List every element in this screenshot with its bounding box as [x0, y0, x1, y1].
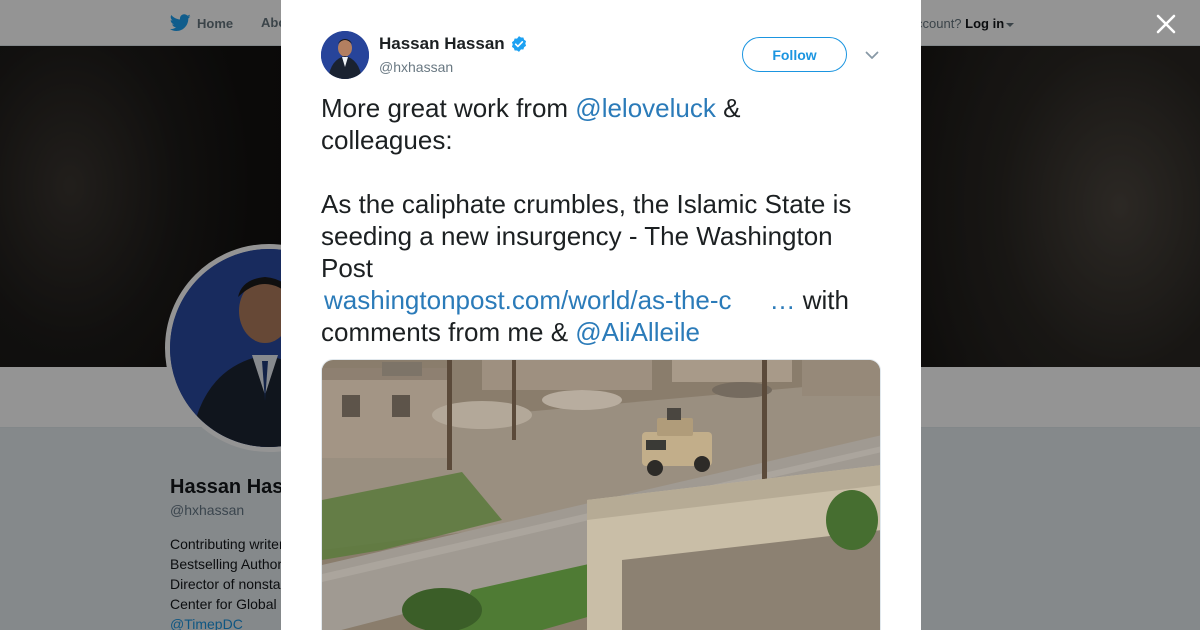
- mention-link[interactable]: @AliAlleile: [575, 317, 700, 347]
- tweet-text-segment: &: [715, 93, 741, 123]
- verified-badge-icon: [511, 36, 526, 52]
- tweet-text-segment: More great work from: [321, 93, 576, 123]
- more-options-button[interactable]: [863, 46, 881, 64]
- chevron-down-icon: [865, 51, 879, 59]
- tweet-author-name[interactable]: Hassan Hassan: [379, 34, 528, 54]
- tweet-photo[interactable]: [321, 359, 881, 630]
- follow-button[interactable]: Follow: [742, 37, 847, 72]
- tweet-text-segment: with: [795, 285, 849, 315]
- tweet-author-handle[interactable]: @hxhassan: [379, 59, 453, 75]
- close-button[interactable]: [1152, 10, 1180, 38]
- person-portrait-icon: [321, 31, 369, 79]
- author-name-text: Hassan Hassan: [379, 34, 505, 53]
- tweet-text-segment: comments from me &: [321, 317, 576, 347]
- tweet-modal: Hassan Hassan @hxhassan Follow More grea…: [281, 0, 921, 630]
- mention-link[interactable]: @leloveluck: [575, 93, 716, 123]
- armored-vehicle-street-photo-icon: [322, 360, 880, 630]
- tweet-text: More great work from @leloveluck & colle…: [321, 92, 886, 348]
- tweet-text-segment: colleagues:: [321, 125, 453, 155]
- url-ellipsis[interactable]: …: [770, 285, 796, 315]
- close-icon: [1156, 14, 1176, 34]
- tweet-text-segment: As the caliphate crumbles, the Islamic S…: [321, 189, 852, 283]
- tweet-author-avatar[interactable]: [321, 31, 369, 79]
- article-url-link[interactable]: washingtonpost.com/world/as-the-c: [324, 285, 732, 315]
